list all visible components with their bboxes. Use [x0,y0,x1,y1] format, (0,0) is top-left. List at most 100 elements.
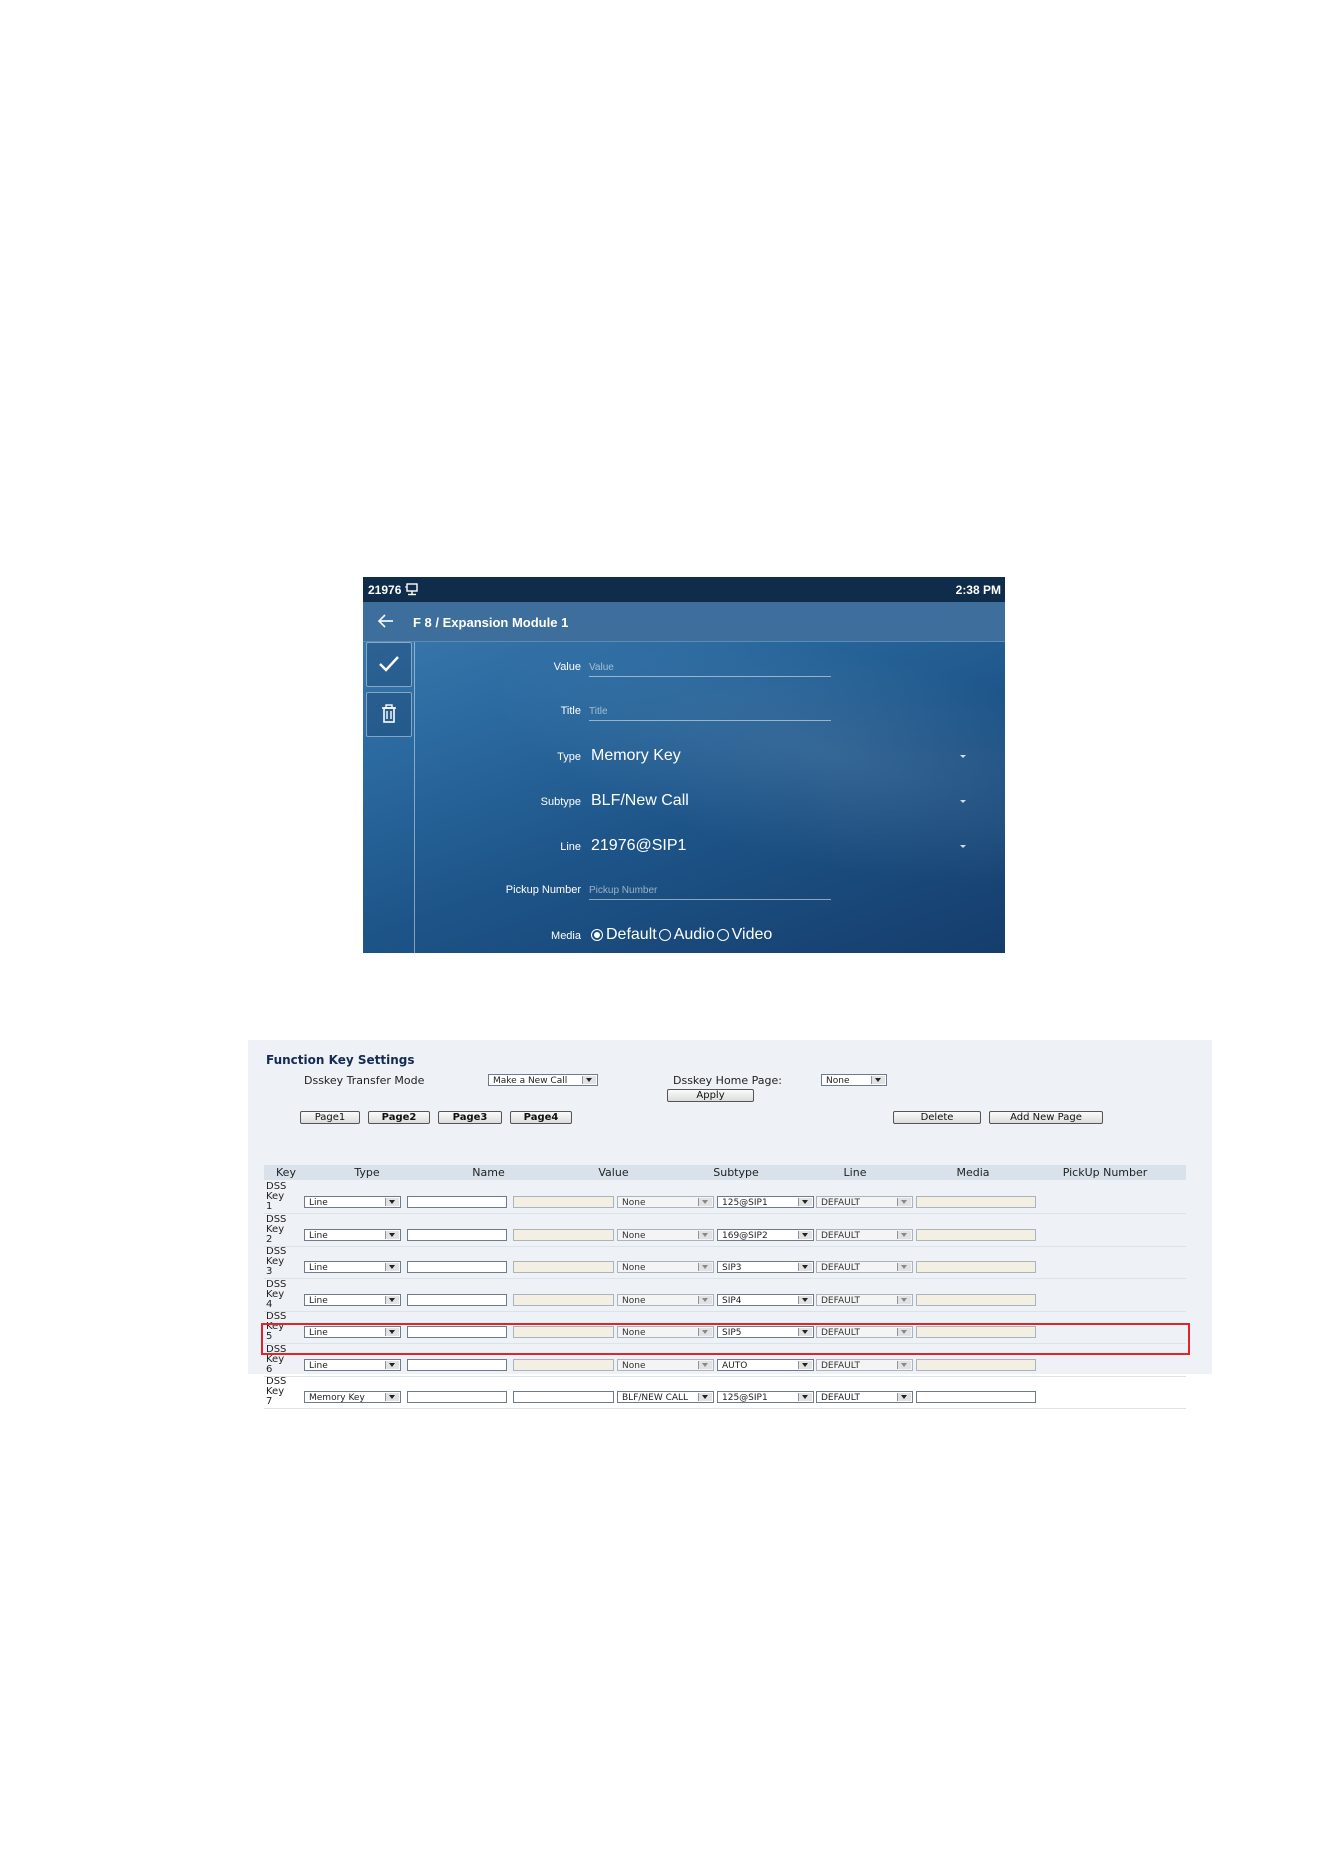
transfer-mode-select[interactable]: Make a New Call [488,1074,598,1086]
name-input[interactable] [407,1261,507,1273]
home-page-label: Dsskey Home Page: [673,1074,783,1087]
media-default-radio[interactable] [591,929,603,941]
value-input[interactable] [513,1261,614,1273]
pickup-input[interactable]: Pickup Number [589,885,831,900]
page4-tab[interactable]: Page4 [510,1111,572,1124]
media-default-label[interactable]: Default [606,926,657,944]
phone-screen: 21976 2:38 PM F 8 / Expansion Module 1 V… [363,577,1005,953]
value-row: Value Value [363,659,1005,689]
value-input[interactable]: Value [589,662,831,677]
media-select[interactable]: DEFAULT [816,1391,913,1403]
pickup-number-input[interactable] [916,1359,1036,1371]
name-input[interactable] [407,1391,507,1403]
media-audio-label[interactable]: Audio [674,926,715,944]
chevron-down-icon [897,1263,911,1271]
chevron-down-icon [385,1296,399,1304]
line-select[interactable]: SIP4 [717,1294,814,1306]
type-select[interactable]: Line [304,1229,401,1241]
chevron-down-icon [798,1198,812,1206]
media-options: Default Audio Video [589,926,772,944]
back-arrow-icon[interactable] [377,612,395,630]
key-label: DSS Key 7 [266,1377,302,1407]
subtype-dropdown-icon[interactable] [960,800,966,803]
media-select[interactable]: DEFAULT [816,1229,913,1241]
subtype-select[interactable]: None [617,1359,714,1371]
subtype-select[interactable]: None [617,1261,714,1273]
home-page-select[interactable]: None [821,1074,887,1086]
pickup-number-input[interactable] [916,1261,1036,1273]
type-select[interactable]: Memory Key [304,1391,401,1403]
chevron-down-icon [385,1393,399,1401]
key-label: DSS Key 4 [266,1280,302,1310]
subtype-value: BLF/NEW CALL [622,1393,689,1403]
table-row: DSS Key 1 Line None 125@SIP1 DEFAULT [264,1181,1186,1214]
media-video-label[interactable]: Video [732,926,773,944]
value-input[interactable] [513,1196,614,1208]
column-header: Subtype [713,1166,759,1179]
type-select[interactable]: Memory Key [591,747,681,765]
title-input[interactable]: Title [589,706,831,721]
value-input[interactable] [513,1359,614,1371]
page1-tab[interactable]: Page1 [300,1111,360,1124]
subtype-select[interactable]: None [617,1229,714,1241]
type-select[interactable]: Line [304,1294,401,1306]
pickup-number-input[interactable] [916,1294,1036,1306]
line-dropdown-icon[interactable] [960,845,966,848]
transfer-mode-label: Dsskey Transfer Mode [304,1074,425,1087]
line-select[interactable]: 125@SIP1 [717,1196,814,1208]
key-label-line: 6 [266,1364,273,1375]
subtype-value: None [622,1231,646,1241]
media-select[interactable]: DEFAULT [816,1359,913,1371]
home-page-value: None [826,1076,850,1086]
pickup-number-input[interactable] [916,1229,1036,1241]
type-select[interactable]: Line [304,1359,401,1371]
media-audio-radio[interactable] [658,929,671,941]
page2-tab[interactable]: Page2 [368,1111,430,1124]
line-select[interactable]: AUTO [717,1359,814,1371]
apply-button[interactable]: Apply [667,1089,754,1102]
name-input[interactable] [407,1229,507,1241]
media-select[interactable]: DEFAULT [816,1261,913,1273]
line-label: Line [560,841,581,853]
key-label-line: 7 [266,1396,273,1407]
line-select[interactable]: 125@SIP1 [717,1391,814,1403]
chevron-down-icon [698,1361,712,1369]
highlight-box [261,1323,1190,1355]
column-header: Type [354,1166,380,1179]
media-select[interactable]: DEFAULT [816,1294,913,1306]
type-dropdown-icon[interactable] [960,755,966,758]
line-select[interactable]: SIP3 [717,1261,814,1273]
delete-page-button[interactable]: Delete [893,1111,981,1124]
media-video-radio[interactable] [716,929,729,941]
pickup-row: Pickup Number Pickup Number [363,882,1005,912]
value-label: Value [553,661,581,673]
chevron-down-icon [798,1393,812,1401]
type-row: Type Memory Key [363,747,1005,777]
pickup-number-input[interactable] [916,1196,1036,1208]
name-input[interactable] [407,1196,507,1208]
page3-tab[interactable]: Page3 [438,1111,502,1124]
name-input[interactable] [407,1359,507,1371]
type-select[interactable]: Line [304,1196,401,1208]
value-input[interactable] [513,1229,614,1241]
clock: 2:38 PM [955,583,1001,597]
line-select[interactable]: 21976@SIP1 [591,837,686,855]
chevron-down-icon [698,1198,712,1206]
extension-number: 21976 [368,583,402,597]
value-input[interactable] [513,1294,614,1306]
subtype-select[interactable]: BLF/NEW CALL [617,1391,714,1403]
media-select[interactable]: DEFAULT [816,1196,913,1208]
type-select[interactable]: Line [304,1261,401,1273]
key-label: DSS Key 2 [266,1215,302,1245]
pickup-number-input[interactable] [916,1391,1036,1403]
name-input[interactable] [407,1294,507,1306]
media-value: DEFAULT [821,1393,860,1403]
subtype-select[interactable]: BLF/New Call [591,792,689,810]
chevron-down-icon [385,1231,399,1239]
line-select[interactable]: 169@SIP2 [717,1229,814,1241]
media-value: DEFAULT [821,1231,860,1241]
subtype-select[interactable]: None [617,1294,714,1306]
value-input[interactable] [513,1391,614,1403]
subtype-select[interactable]: None [617,1196,714,1208]
add-new-page-button[interactable]: Add New Page [989,1111,1103,1124]
